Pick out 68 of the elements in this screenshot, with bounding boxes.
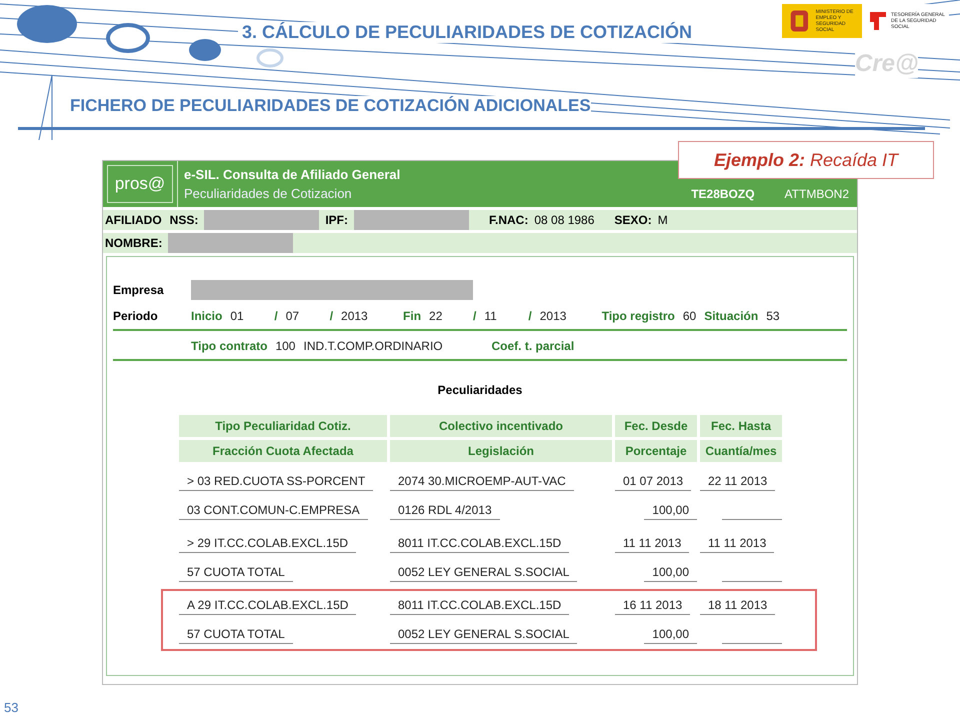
table-cell: 0052 LEY GENERAL S.SOCIAL <box>390 562 578 582</box>
field-value: 08 08 1986 <box>534 213 594 227</box>
table-cell: 0052 LEY GENERAL S.SOCIAL <box>390 624 578 644</box>
field-label: Empresa <box>113 283 165 297</box>
affiliate-label: AFILIADO <box>104 213 163 227</box>
column-header: Porcentaje <box>615 440 697 462</box>
column-header: Legislación <box>390 440 612 462</box>
table-cell: 2074 30.MICROEMP-AUT-VAC <box>390 472 574 490</box>
terminal-id: TE28BOZQ <box>691 187 755 201</box>
field-value: 22 <box>429 309 444 323</box>
table-cell: 8011 IT.CC.COLAB.EXCL.15D <box>390 596 570 614</box>
date-separator: / <box>473 309 476 323</box>
field-label: IPF: <box>324 213 350 227</box>
table-cell: 100,00 <box>644 562 697 582</box>
column-header: Fec. Hasta <box>700 415 782 437</box>
table-cell: 01 07 2013 <box>615 472 692 490</box>
column-header: Tipo Peculiaridad Cotiz. <box>179 415 387 437</box>
field-label: Situación <box>704 309 758 323</box>
table-cell: 57 CUOTA TOTAL <box>179 562 293 582</box>
column-header: Colectivo incentivado <box>390 415 612 437</box>
field-label: NOMBRE: <box>104 236 164 250</box>
table-cell: 03 CONT.COMUN-C.EMPRESA <box>179 500 368 520</box>
date-separator: / <box>274 309 278 323</box>
field-label: SEXO: <box>613 213 653 227</box>
table-cell: 100,00 <box>644 624 697 644</box>
table-cell: 57 CUOTA TOTAL <box>179 624 293 644</box>
field-label: NSS: <box>168 213 200 227</box>
table-cell: A 29 IT.CC.COLAB.EXCL.15D <box>179 596 356 614</box>
field-label: Periodo <box>113 309 159 323</box>
field-value: 2013 <box>341 309 369 323</box>
app-logo: pros@ <box>107 165 173 203</box>
table-title: Peculiaridades <box>436 383 524 397</box>
field-label: Inicio <box>191 309 222 323</box>
table-cell: 11 11 2013 <box>700 534 774 552</box>
table-cell: 18 11 2013 <box>700 596 776 614</box>
field-label: F.NAC: <box>488 213 530 227</box>
field-value: IND.T.COMP.ORDINARIO <box>303 339 444 353</box>
field-value: 07 <box>286 309 300 323</box>
example-callout: Ejemplo 2: Recaída IT <box>678 141 934 179</box>
table-cell: 100,00 <box>644 500 697 520</box>
field-label: Coef. t. parcial <box>491 339 574 353</box>
table-cell: > 03 RED.CUOTA SS-PORCENT <box>179 472 374 490</box>
field-value: 53 <box>766 309 780 323</box>
app-title: e-SIL. Consulta de Afiliado General <box>184 167 402 182</box>
field-value: M <box>658 213 669 227</box>
table-cell: 22 11 2013 <box>700 472 776 490</box>
table-cell: 16 11 2013 <box>615 596 690 614</box>
table-cell: > 29 IT.CC.COLAB.EXCL.15D <box>179 534 356 552</box>
field-value: 11 <box>484 309 498 323</box>
field-label: Fin <box>403 309 422 323</box>
field-value: 60 <box>682 309 696 323</box>
field-value: 100 <box>275 339 296 353</box>
date-separator: / <box>528 309 532 323</box>
tesoreria-logo-icon <box>868 10 888 32</box>
table-cell: 0126 RDL 4/2013 <box>390 500 500 520</box>
page-number: 53 <box>4 700 18 715</box>
user-id: ATTMBON2 <box>784 187 849 201</box>
field-label: Tipo registro <box>602 309 675 323</box>
app-subtitle: Peculiaridades de Cotizacion <box>184 186 353 201</box>
column-header: Fracción Cuota Afectada <box>179 440 387 462</box>
table-cell: 8011 IT.CC.COLAB.EXCL.15D <box>390 534 570 552</box>
field-value: 2013 <box>540 309 568 323</box>
column-header: Fec. Desde <box>615 415 697 437</box>
table-cell: 11 11 2013 <box>615 534 690 552</box>
field-label: Tipo contrato <box>191 339 268 353</box>
date-separator: / <box>330 309 334 323</box>
column-header: Cuantía/mes <box>700 440 782 462</box>
field-value: 01 <box>230 309 245 323</box>
